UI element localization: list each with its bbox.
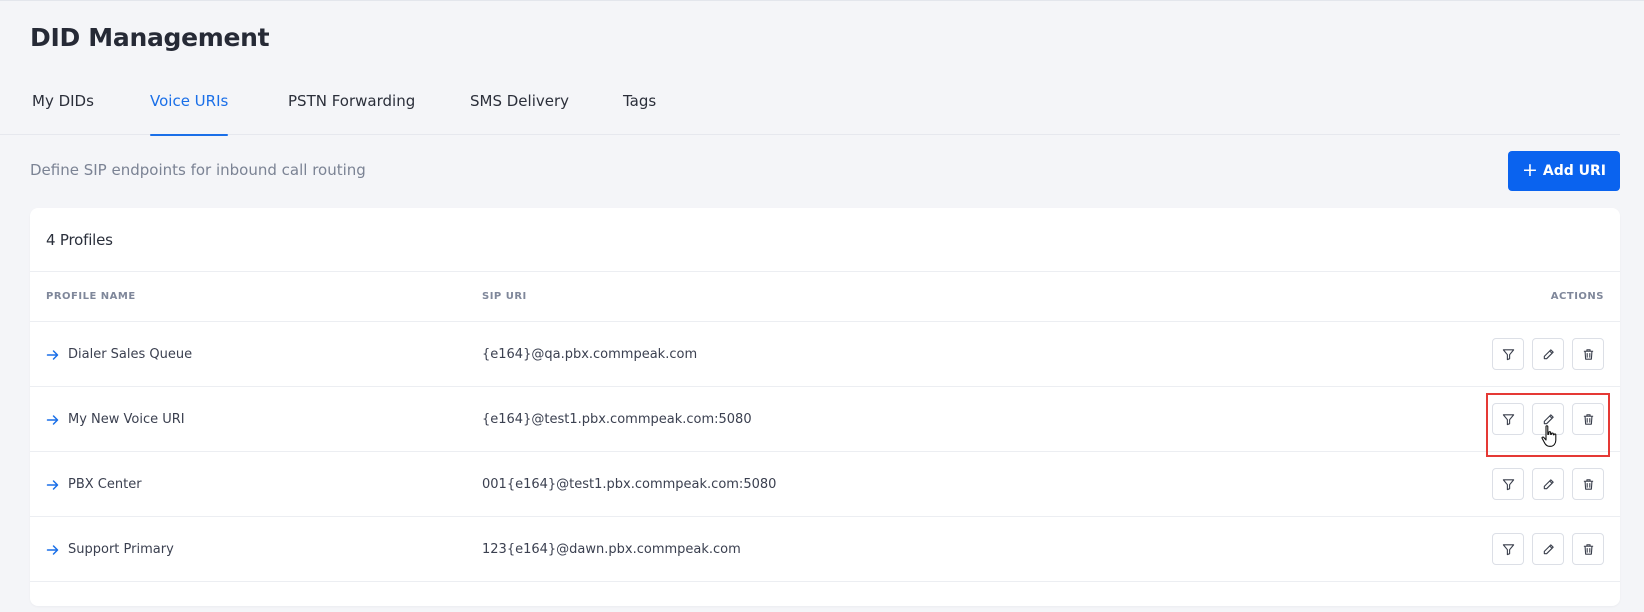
table-row: My New Voice URI {e164}@test1.pbx.commpe… <box>30 387 1620 452</box>
delete-button[interactable] <box>1572 403 1604 435</box>
tab-my-dids[interactable]: My DIDs <box>32 75 94 135</box>
sip-uri: {e164}@qa.pbx.commpeak.com <box>482 347 698 362</box>
trash-icon <box>1583 413 1593 425</box>
profile-name-link[interactable]: PBX Center <box>46 452 142 517</box>
arrow-right-icon <box>46 414 59 425</box>
add-uri-label: Add URI <box>1542 163 1607 179</box>
add-uri-button[interactable]: + Add URI <box>1508 151 1620 191</box>
filter-button[interactable] <box>1492 338 1524 370</box>
tab-voice-uris[interactable]: Voice URIs <box>150 75 229 136</box>
table-row: PBX Center 001{e164}@test1.pbx.commpeak.… <box>30 452 1620 517</box>
table-header: PROFILE NAME SIP URI ACTIONS <box>30 272 1620 322</box>
tab-sms-delivery[interactable]: SMS Delivery <box>470 75 569 135</box>
tab-tags[interactable]: Tags <box>623 75 656 135</box>
sip-uri: 001{e164}@test1.pbx.commpeak.com:5080 <box>482 477 777 492</box>
profile-name: My New Voice URI <box>68 412 185 427</box>
delete-button[interactable] <box>1572 468 1604 500</box>
filter-button[interactable] <box>1492 468 1524 500</box>
profiles-card-header: 4 Profiles <box>30 208 1620 272</box>
trash-icon <box>1583 543 1593 555</box>
pencil-icon <box>1543 478 1554 489</box>
column-header-profile-name: PROFILE NAME <box>46 291 136 302</box>
profile-name: Dialer Sales Queue <box>68 347 193 362</box>
sip-uri: {e164}@test1.pbx.commpeak.com:5080 <box>482 412 752 427</box>
tab-bar: My DIDs Voice URIs PSTN Forwarding SMS D… <box>0 75 1620 136</box>
profile-name: PBX Center <box>68 477 142 492</box>
row-actions <box>1492 338 1604 370</box>
row-actions <box>1492 403 1604 435</box>
edit-button[interactable] <box>1532 338 1564 370</box>
delete-button[interactable] <box>1572 533 1604 565</box>
pencil-icon <box>1543 413 1554 424</box>
row-actions <box>1492 468 1604 500</box>
sip-uri: 123{e164}@dawn.pbx.commpeak.com <box>482 542 741 557</box>
tab-pstn-forwarding[interactable]: PSTN Forwarding <box>288 75 415 135</box>
filter-icon <box>1502 543 1514 555</box>
pencil-icon <box>1543 348 1554 359</box>
page-title: DID Management <box>30 23 270 52</box>
profile-name-link[interactable]: Support Primary <box>46 517 174 582</box>
delete-button[interactable] <box>1572 338 1604 370</box>
profile-name: Support Primary <box>68 542 174 557</box>
trash-icon <box>1583 348 1593 360</box>
page-description: Define SIP endpoints for inbound call ro… <box>30 161 366 179</box>
edit-button[interactable] <box>1532 468 1564 500</box>
arrow-right-icon <box>46 349 59 360</box>
edit-button[interactable] <box>1532 403 1564 435</box>
filter-icon <box>1502 413 1514 425</box>
filter-icon <box>1502 348 1514 360</box>
pencil-icon <box>1543 543 1554 554</box>
filter-button[interactable] <box>1492 533 1524 565</box>
table-body: Dialer Sales Queue {e164}@qa.pbx.commpea… <box>30 322 1620 582</box>
trash-icon <box>1583 478 1593 490</box>
profile-name-link[interactable]: My New Voice URI <box>46 387 185 452</box>
table-row: Dialer Sales Queue {e164}@qa.pbx.commpea… <box>30 322 1620 387</box>
plus-icon: + <box>1521 158 1538 181</box>
arrow-right-icon <box>46 479 59 490</box>
column-header-actions: ACTIONS <box>1550 291 1604 302</box>
filter-button[interactable] <box>1492 403 1524 435</box>
did-management-page: DID Management My DIDs Voice URIs PSTN F… <box>0 0 1644 612</box>
profile-name-link[interactable]: Dialer Sales Queue <box>46 322 192 387</box>
edit-button[interactable] <box>1532 533 1564 565</box>
arrow-right-icon <box>46 544 59 555</box>
filter-icon <box>1502 478 1514 490</box>
table-row: Support Primary 123{e164}@dawn.pbx.commp… <box>30 517 1620 582</box>
row-actions <box>1492 533 1604 565</box>
profiles-card: 4 Profiles PROFILE NAME SIP URI ACTIONS … <box>30 208 1620 606</box>
profiles-count: 4 Profiles <box>46 230 113 249</box>
column-header-sip-uri: SIP URI <box>482 291 527 302</box>
